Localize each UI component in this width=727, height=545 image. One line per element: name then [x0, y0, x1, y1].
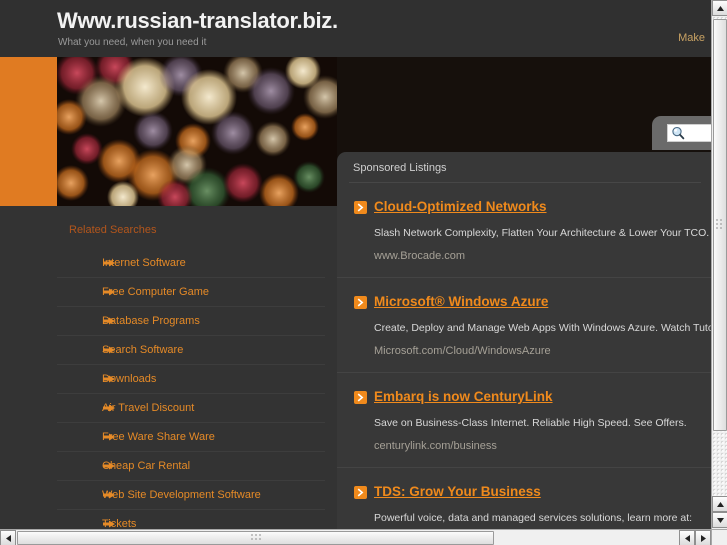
arrow-bullet-icon	[80, 288, 115, 296]
site-header: Www.russian-translator.biz. What you nee…	[0, 0, 711, 57]
related-search-item-9[interactable]: Tickets	[57, 509, 325, 529]
related-search-label: Web Site Development Software	[102, 489, 261, 501]
site-tagline: What you need, when you need it	[58, 37, 207, 48]
sponsored-listing-1[interactable]: Microsoft® Windows Azure Create, Deploy …	[337, 278, 711, 373]
arrow-bullet-icon	[80, 259, 115, 267]
sponsored-listing-description: Powerful voice, data and managed service…	[374, 512, 693, 524]
related-search-item-0[interactable]: Internet Software	[57, 248, 325, 277]
related-search-item-1[interactable]: Free Computer Game	[57, 277, 325, 306]
scrollbar-corner	[711, 529, 727, 545]
related-search-label: Free Computer Game	[102, 286, 209, 298]
sponsored-listing-url[interactable]: Microsoft.com/Cloud/WindowsAzure	[374, 345, 697, 358]
sponsored-listing-0[interactable]: Cloud-Optimized Networks Slash Network C…	[337, 183, 711, 278]
sponsored-listing-2[interactable]: Embarq is now CenturyLink Save on Busine…	[337, 373, 711, 468]
related-search-label: Air Travel Discount	[102, 402, 195, 414]
scroll-left-button[interactable]	[0, 530, 16, 545]
search-input[interactable]	[667, 124, 711, 142]
hero-orange-block	[0, 57, 57, 206]
scroll-up-button[interactable]	[712, 0, 727, 16]
sponsored-listing-url[interactable]: www.Brocade.com	[374, 250, 697, 263]
related-search-label: Free Ware Share Ware	[102, 431, 215, 443]
related-searches-title: Related Searches	[69, 224, 157, 236]
vertical-scroll-thumb[interactable]	[713, 19, 727, 431]
scroll-thumb-grip-icon	[250, 529, 261, 545]
sponsored-listings-heading: Sponsored Listings	[353, 162, 447, 174]
sponsored-listing-description: Slash Network Complexity, Flatten Your A…	[374, 227, 710, 239]
related-search-label: Cheap Car Rental	[102, 460, 191, 472]
arrow-bullet-icon	[80, 462, 115, 470]
arrow-bullet-icon	[80, 433, 115, 441]
bokeh-lights-photo	[57, 57, 337, 206]
related-search-item-8[interactable]: Web Site Development Software	[57, 480, 325, 509]
sponsored-listing-url[interactable]: centurylink.com/business	[374, 440, 697, 453]
scroll-right-button[interactable]	[695, 530, 711, 545]
arrow-bullet-icon	[80, 491, 115, 499]
related-search-item-5[interactable]: Air Travel Discount	[57, 393, 325, 422]
header-make-link[interactable]: Make	[678, 32, 705, 44]
scroll-down-button[interactable]	[712, 512, 727, 528]
scroll-thumb-grip-icon	[716, 216, 724, 234]
chevron-right-icon	[354, 296, 367, 309]
related-search-item-4[interactable]: Downloads	[57, 364, 325, 393]
related-search-item-6[interactable]: Free Ware Share Ware	[57, 422, 325, 451]
arrow-bullet-icon	[80, 404, 115, 412]
scroll-down-button-upper[interactable]	[712, 496, 727, 512]
chevron-right-icon	[354, 486, 367, 499]
page-content: Www.russian-translator.biz. What you nee…	[0, 0, 711, 529]
arrow-bullet-icon	[80, 317, 115, 325]
sponsored-listing-title[interactable]: Cloud-Optimized Networks	[374, 199, 547, 214]
sponsored-listing-description: Save on Business-Class Internet. Reliabl…	[374, 417, 687, 429]
horizontal-scrollbar[interactable]	[0, 529, 727, 545]
sponsored-listing-title[interactable]: Microsoft® Windows Azure	[374, 294, 548, 309]
search-icon	[671, 126, 685, 140]
sponsored-listing-3[interactable]: TDS: Grow Your Business Powerful voice, …	[337, 468, 711, 529]
arrow-bullet-icon	[80, 346, 115, 354]
chevron-right-icon	[354, 201, 367, 214]
sponsored-listing-description: Create, Deploy and Manage Web Apps With …	[374, 322, 711, 334]
horizontal-scroll-thumb[interactable]	[17, 531, 494, 545]
scroll-right-button-left[interactable]	[679, 530, 695, 545]
related-search-item-3[interactable]: Search Software	[57, 335, 325, 364]
page-title: Www.russian-translator.biz.	[57, 8, 338, 33]
sponsored-listings-panel: Sponsored Listings Cloud-Optimized Netwo…	[337, 152, 711, 529]
related-search-label: Database Programs	[102, 315, 200, 327]
related-search-item-2[interactable]: Database Programs	[57, 306, 325, 335]
sponsored-listing-title[interactable]: Embarq is now CenturyLink	[374, 389, 553, 404]
vertical-scrollbar[interactable]	[711, 0, 727, 529]
related-search-item-7[interactable]: Cheap Car Rental	[57, 451, 325, 480]
sponsored-listing-title[interactable]: TDS: Grow Your Business	[374, 484, 541, 499]
chevron-right-icon	[354, 391, 367, 404]
browser-viewport: Www.russian-translator.biz. What you nee…	[0, 0, 727, 545]
related-searches-list: Internet Software Free Computer Game Dat…	[57, 248, 325, 529]
arrow-bullet-icon	[80, 520, 115, 528]
arrow-bullet-icon	[80, 375, 115, 383]
related-searches-section: Related Searches Internet Software Free …	[57, 206, 325, 529]
